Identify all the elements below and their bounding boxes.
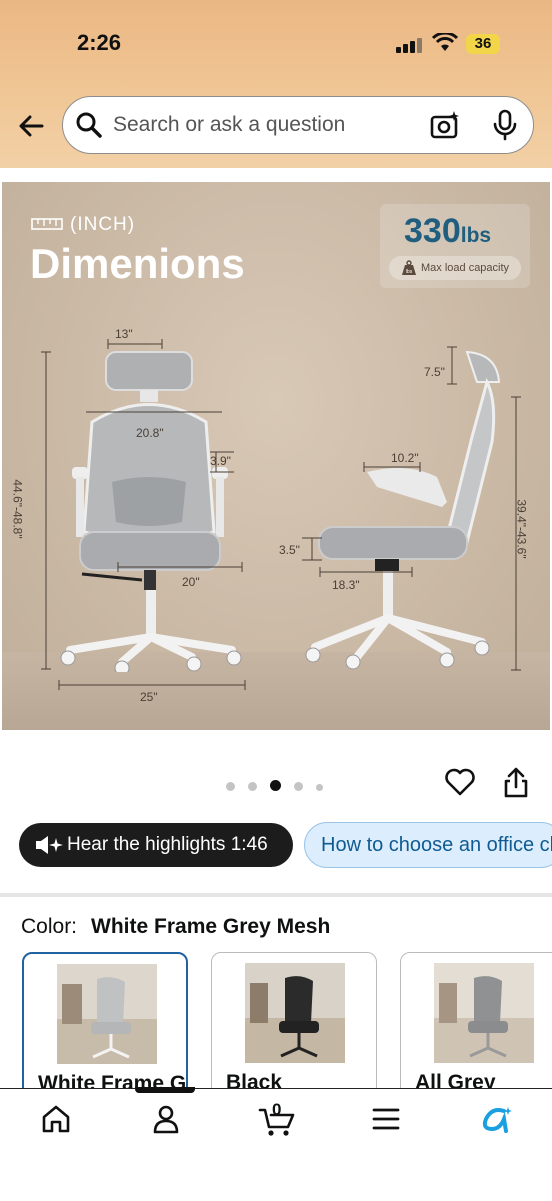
menu-icon[interactable] [372,1107,400,1131]
cellular-signal-icon [396,37,424,53]
wifi-icon [432,33,458,51]
carousel-dot[interactable] [294,782,303,791]
dim-seat-width: 20" [182,575,200,589]
buying-guide-label: How to choose an office chair [321,834,552,856]
color-row: Color: White Frame Grey Mesh [21,915,330,939]
account-icon[interactable] [150,1103,182,1135]
swatch-thumbnail [434,963,534,1063]
chair-thumbnail-grey [434,963,534,1063]
camera-search-icon[interactable] [429,109,461,141]
dim-base-width: 25" [140,690,158,704]
color-label: Color: [21,915,78,938]
search-icon [76,112,102,138]
active-tab-indicator [135,1087,195,1093]
carousel-dot[interactable] [226,782,235,791]
speaker-sparkle-icon [36,836,63,854]
rufus-ai-icon[interactable] [480,1105,514,1135]
carousel-dot[interactable] [316,784,323,791]
swatch-thumbnail [57,964,157,1064]
microphone-icon[interactable] [491,109,519,141]
status-time: 2:26 [77,30,122,55]
chair-thumbnail-black [245,963,345,1063]
cart-count: 0 [272,1100,282,1119]
search-input[interactable] [113,109,413,141]
battery-indicator: 36 [466,34,500,54]
swatch-white-frame[interactable]: White Frame Grey Mesh [22,952,188,1102]
home-icon[interactable] [40,1103,72,1135]
swatch-thumbnail [245,963,345,1063]
hear-highlights-label: Hear the highlights 1:46 [67,834,268,855]
dim-backrest-width: 20.8" [136,426,164,440]
share-icon[interactable] [500,766,532,800]
carousel-dot[interactable] [248,782,257,791]
carousel-dot-active[interactable] [270,780,281,791]
search-box[interactable] [62,96,534,154]
heart-icon[interactable] [444,766,476,798]
dim-armrest-height: 3.9" [210,454,231,468]
dim-seat-thickness: 3.5" [279,543,300,557]
hear-highlights-button[interactable]: Hear the highlights 1:46 [19,823,293,867]
carousel-indicator[interactable] [226,778,336,796]
dim-seat-depth: 18.3" [332,578,360,592]
swatch-all-grey[interactable]: All Grey [400,952,552,1102]
chair-thumbnail-white [57,964,157,1064]
back-arrow-icon[interactable] [16,110,48,142]
dim-front-height: 44.6"-48.8" [10,479,25,539]
dim-headrest-width: 13" [115,327,133,341]
section-divider [0,893,552,897]
dim-side-height: 39.4"-43.6" [514,499,529,559]
buying-guide-chip[interactable]: How to choose an office chair [304,822,552,868]
color-value: White Frame Grey Mesh [91,915,331,938]
swatch-black[interactable]: Black [211,952,377,1102]
dimension-lines [41,339,521,690]
status-bar: 2:26 36 [0,0,552,92]
product-image[interactable]: (INCH) Dimenions 330lbs lbs Max load cap… [2,182,550,730]
dim-headrest-height: 7.5" [424,365,445,379]
dim-armrest-length: 10.2" [391,451,419,465]
